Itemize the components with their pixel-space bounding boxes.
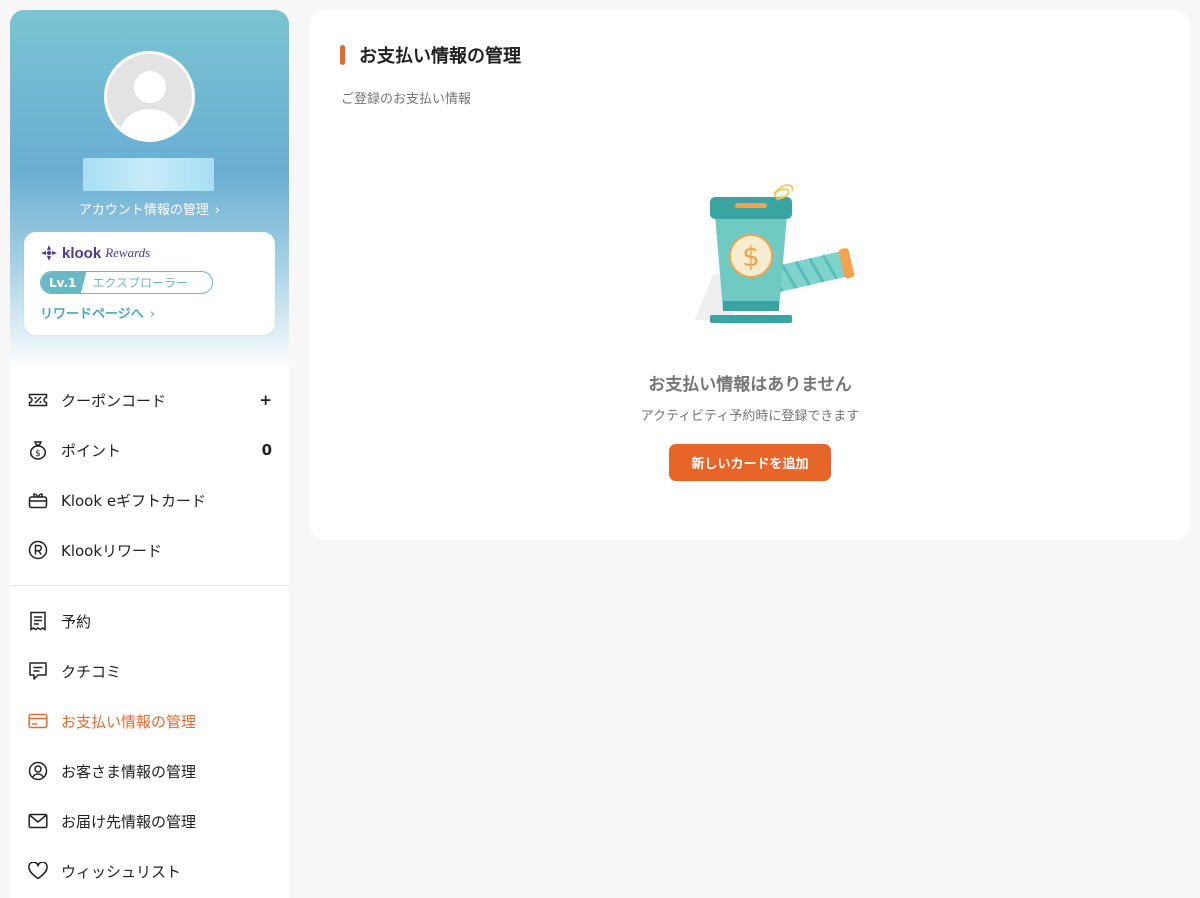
level-pill: Lv.1 エクスプローラー [40,271,213,294]
sidebar-item-rewards[interactable]: Klookリワード [10,525,289,575]
rewards-icon [27,539,49,561]
rewards-page-link[interactable]: リワードページへ › [40,303,155,322]
empty-state-title: お支払い情報はありません [648,375,852,395]
menu-divider [10,585,289,586]
review-icon [27,660,49,682]
rewards-link-label: リワードページへ [40,307,144,322]
sidebar-item-coupon[interactable]: クーポンコード + [10,375,289,425]
sidebar-item-points[interactable]: $ ポイント 0 [10,425,289,475]
gift-card-icon [27,489,49,511]
avatar-body [120,109,180,139]
receipt-icon [27,610,49,632]
level-name: エクスプローラー [92,276,189,290]
username-redacted [83,158,214,191]
account-settings-link[interactable]: アカウント情報の管理 › [10,199,289,218]
sidebar-item-reviews[interactable]: クチコミ [10,646,289,696]
sidebar-menu: クーポンコード + $ ポイント 0 Klook eギフトカード Klookリワ… [10,375,289,896]
sidebar-item-gift-card[interactable]: Klook eギフトカード [10,475,289,525]
sidebar-item-label: Klook eギフトカード [61,491,207,510]
klook-logo-icon [41,245,57,261]
sidebar-item-wishlist[interactable]: ウィッシュリスト [10,846,289,896]
rewards-card: klook Rewards Lv.1 エクスプローラー リワードページへ › [24,232,275,335]
sidebar-item-label: お支払い情報の管理 [61,712,197,731]
sidebar-item-payment[interactable]: お支払い情報の管理 [10,696,289,746]
sidebar-item-label: ポイント [61,441,122,460]
sidebar-item-delivery-info[interactable]: お届け先情報の管理 [10,796,289,846]
credit-card-icon [27,710,49,732]
page-title: お支払い情報の管理 [340,42,521,68]
add-coupon-icon[interactable]: + [259,391,272,409]
ticket-icon [27,389,49,411]
page-subtitle: ご登録のお支払い情報 [341,92,472,107]
money-bag-icon: $ [27,439,49,461]
page-title-text: お支払い情報の管理 [359,46,521,67]
payment-panel: お支払い情報の管理 ご登録のお支払い情報 $ お支払い情報はありません アクティ… [310,10,1190,540]
account-link-label: アカウント情報の管理 [78,203,209,218]
sidebar-item-bookings[interactable]: 予約 [10,596,289,646]
sidebar-item-label: Klookリワード [61,541,163,560]
empty-payment-illustration: $ [695,184,855,323]
svg-text:$: $ [35,449,41,459]
title-accent-bar [340,45,345,65]
sidebar-item-label: クチコミ [61,662,122,681]
klook-rewards-logo: klook Rewards [40,244,150,262]
sidebar: アカウント情報の管理 › klook Rewards Lv.1 エクスプローラー … [10,10,289,898]
mail-icon [27,810,49,832]
empty-state-description: アクティビティ予約時に登録できます [640,409,860,424]
sidebar-item-label: 予約 [61,612,92,631]
rewards-brand: klook [62,244,102,262]
sidebar-item-label: クーポンコード [61,391,167,410]
heart-icon [27,860,49,882]
avatar-head [134,71,166,103]
chevron-right-icon: › [149,307,155,322]
profile-header: アカウント情報の管理 › klook Rewards Lv.1 エクスプローラー … [10,10,289,370]
chevron-right-icon: › [214,203,221,218]
sidebar-item-label: お届け先情報の管理 [61,812,197,831]
sidebar-item-label: お客さま情報の管理 [61,762,197,781]
level-badge: Lv.1 [41,272,87,293]
svg-text:$: $ [742,240,760,273]
user-circle-icon [27,760,49,782]
points-count: 0 [261,441,272,459]
rewards-script: Rewards [105,245,151,260]
avatar[interactable] [104,51,195,142]
sidebar-item-traveler-info[interactable]: お客さま情報の管理 [10,746,289,796]
sidebar-item-label: ウィッシュリスト [61,862,182,881]
add-card-button[interactable]: 新しいカードを追加 [669,444,831,481]
